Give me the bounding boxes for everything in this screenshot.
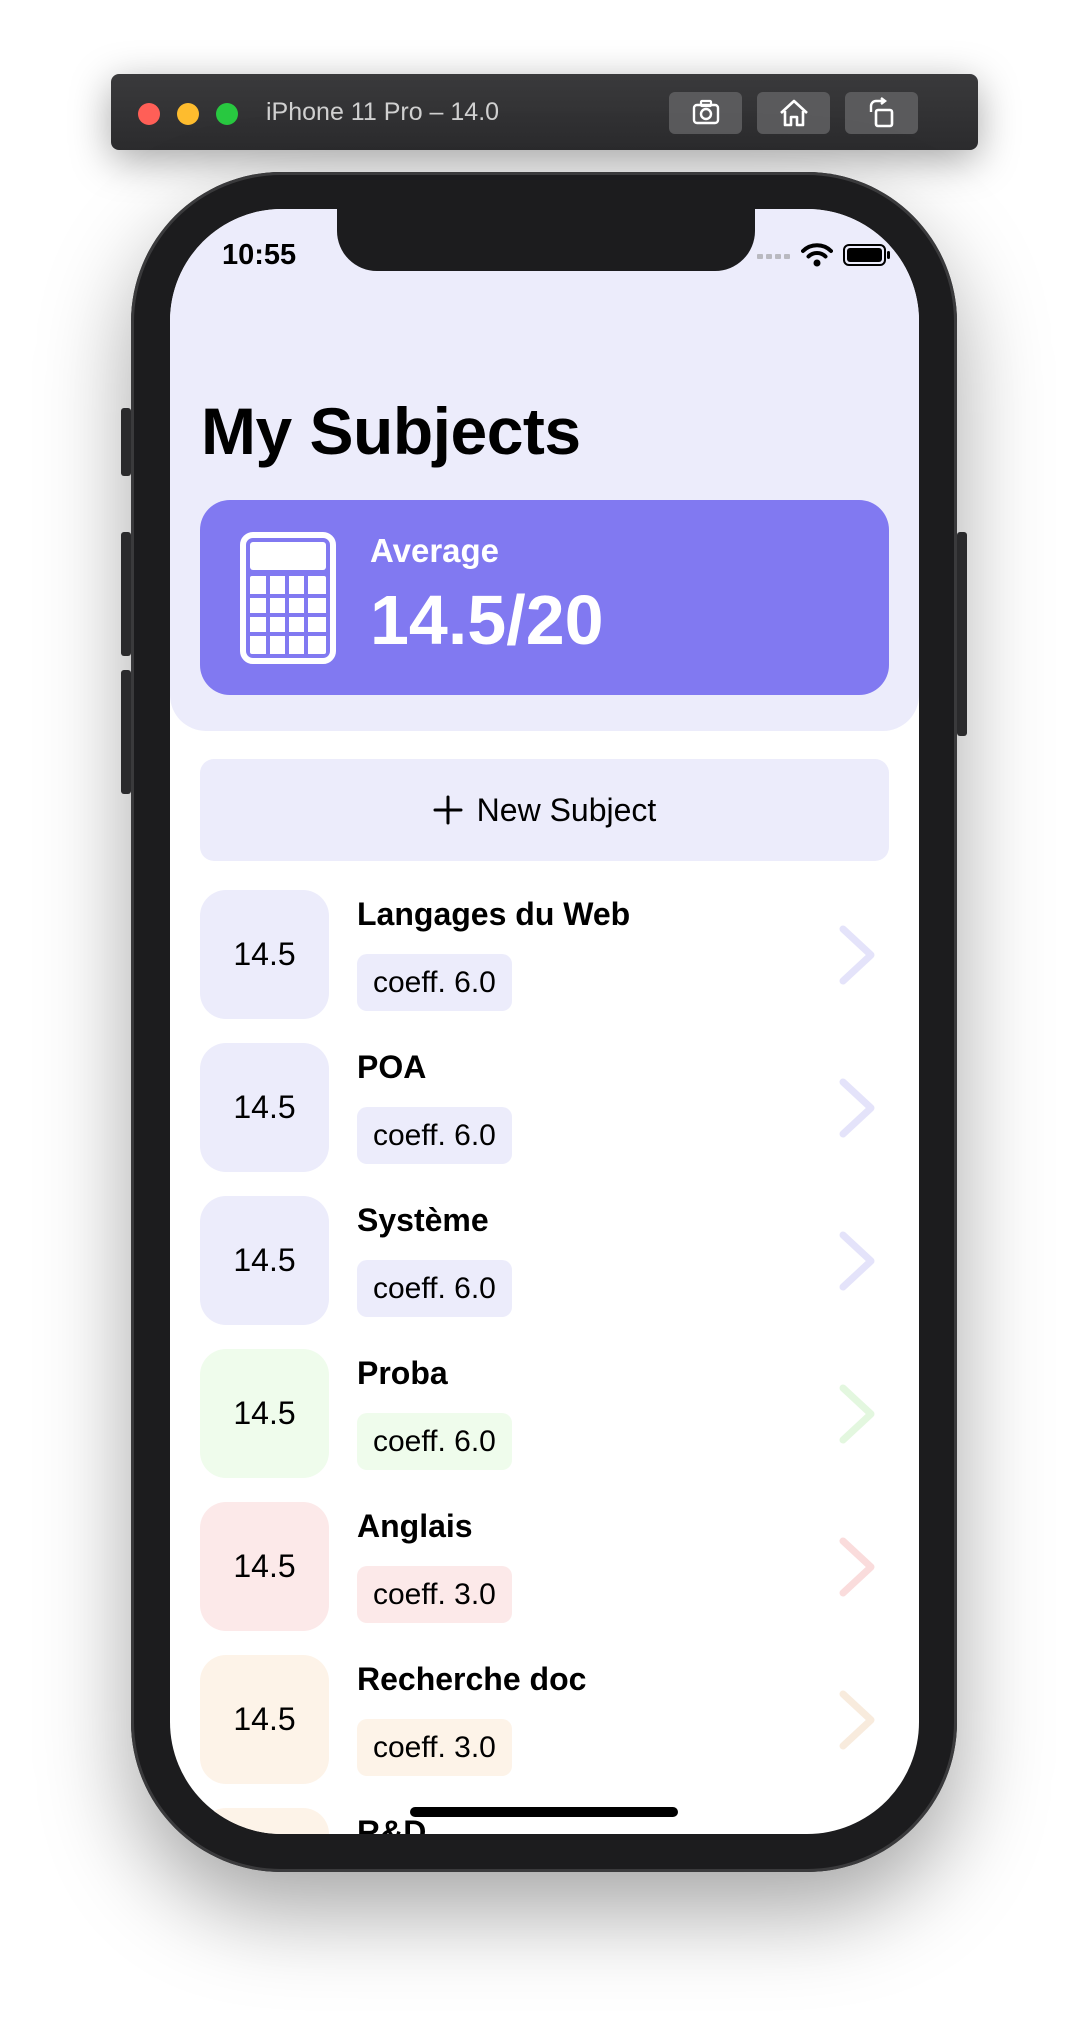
- volume-up-button: [121, 532, 131, 656]
- average-card: Average 14.5/20: [200, 500, 889, 695]
- subject-name: POA: [357, 1049, 427, 1085]
- subject-coefficient-badge: coeff. 3.0: [357, 1566, 512, 1623]
- subject-grade: [200, 1808, 329, 1834]
- subject-coefficient-badge: coeff. 6.0: [357, 1413, 512, 1470]
- volume-down-button: [121, 670, 131, 794]
- home-icon: [779, 99, 808, 127]
- cellular-signal-icon: [757, 254, 790, 259]
- app-screen: 10:55 My Subjects Average 14.5/20 New Su…: [170, 209, 919, 1834]
- subject-name: Langages du Web: [357, 896, 631, 932]
- subject-name: Recherche doc: [357, 1661, 587, 1697]
- average-label: Average: [370, 532, 500, 569]
- silent-switch: [121, 408, 131, 476]
- calculator-icon: [240, 532, 336, 664]
- average-value: 14.5/20: [370, 581, 604, 659]
- chevron-right-icon: [839, 1384, 875, 1444]
- rotate-button[interactable]: [845, 92, 918, 134]
- minimize-window-button[interactable]: [177, 103, 199, 125]
- subject-name: Proba: [357, 1355, 448, 1391]
- power-button: [957, 532, 967, 736]
- zoom-window-button[interactable]: [216, 103, 238, 125]
- notch: [337, 209, 755, 271]
- wifi-icon: [801, 243, 833, 267]
- battery-icon: [843, 244, 890, 266]
- subject-coefficient-badge: coeff. 6.0: [357, 1107, 512, 1164]
- subject-coefficient-badge: coeff. 6.0: [357, 954, 512, 1011]
- subject-name: Anglais: [357, 1508, 473, 1544]
- chevron-right-icon: [839, 1231, 875, 1291]
- close-window-button[interactable]: [138, 103, 160, 125]
- plus-icon: [433, 795, 463, 825]
- chevron-right-icon: [839, 1537, 875, 1597]
- subject-name: R&D: [357, 1814, 427, 1834]
- subject-grade: 14.5: [200, 1196, 329, 1325]
- subject-grade: 14.5: [200, 1502, 329, 1631]
- subject-grade: 14.5: [200, 1349, 329, 1478]
- subject-grade: 14.5: [200, 1043, 329, 1172]
- subject-grade: 14.5: [200, 1655, 329, 1784]
- subject-row[interactable]: 14.5 POA coeff. 6.0: [200, 1043, 889, 1173]
- home-indicator[interactable]: [410, 1807, 678, 1817]
- screenshot-button[interactable]: [669, 92, 742, 134]
- subject-row[interactable]: 14.5 Système coeff. 6.0: [200, 1196, 889, 1326]
- page-title: My Subjects: [201, 394, 581, 468]
- simulator-title: iPhone 11 Pro – 14.0: [266, 98, 500, 126]
- new-subject-button[interactable]: New Subject: [200, 759, 889, 861]
- status-icons: [757, 242, 891, 268]
- subject-row[interactable]: 14.5 Proba coeff. 6.0: [200, 1349, 889, 1479]
- subject-row[interactable]: 14.5 Langages du Web coeff. 6.0: [200, 890, 889, 1020]
- subject-row[interactable]: 14.5 Anglais coeff. 3.0: [200, 1502, 889, 1632]
- subject-coefficient-badge: coeff. 3.0: [357, 1719, 512, 1776]
- simulator-title-bar: iPhone 11 Pro – 14.0: [111, 74, 978, 150]
- subject-row[interactable]: 14.5 Recherche doc coeff. 3.0: [200, 1655, 889, 1785]
- subject-coefficient-badge: coeff. 6.0: [357, 1260, 512, 1317]
- new-subject-label: New Subject: [476, 791, 657, 828]
- chevron-right-icon: [839, 1078, 875, 1138]
- rotate-icon: [869, 97, 893, 128]
- chevron-right-icon: [839, 925, 875, 985]
- screenshot-icon: [692, 99, 719, 125]
- home-button[interactable]: [757, 92, 830, 134]
- subject-grade: 14.5: [200, 890, 329, 1019]
- subject-name: Système: [357, 1202, 489, 1238]
- chevron-right-icon: [839, 1690, 875, 1750]
- status-time: 10:55: [222, 239, 297, 271]
